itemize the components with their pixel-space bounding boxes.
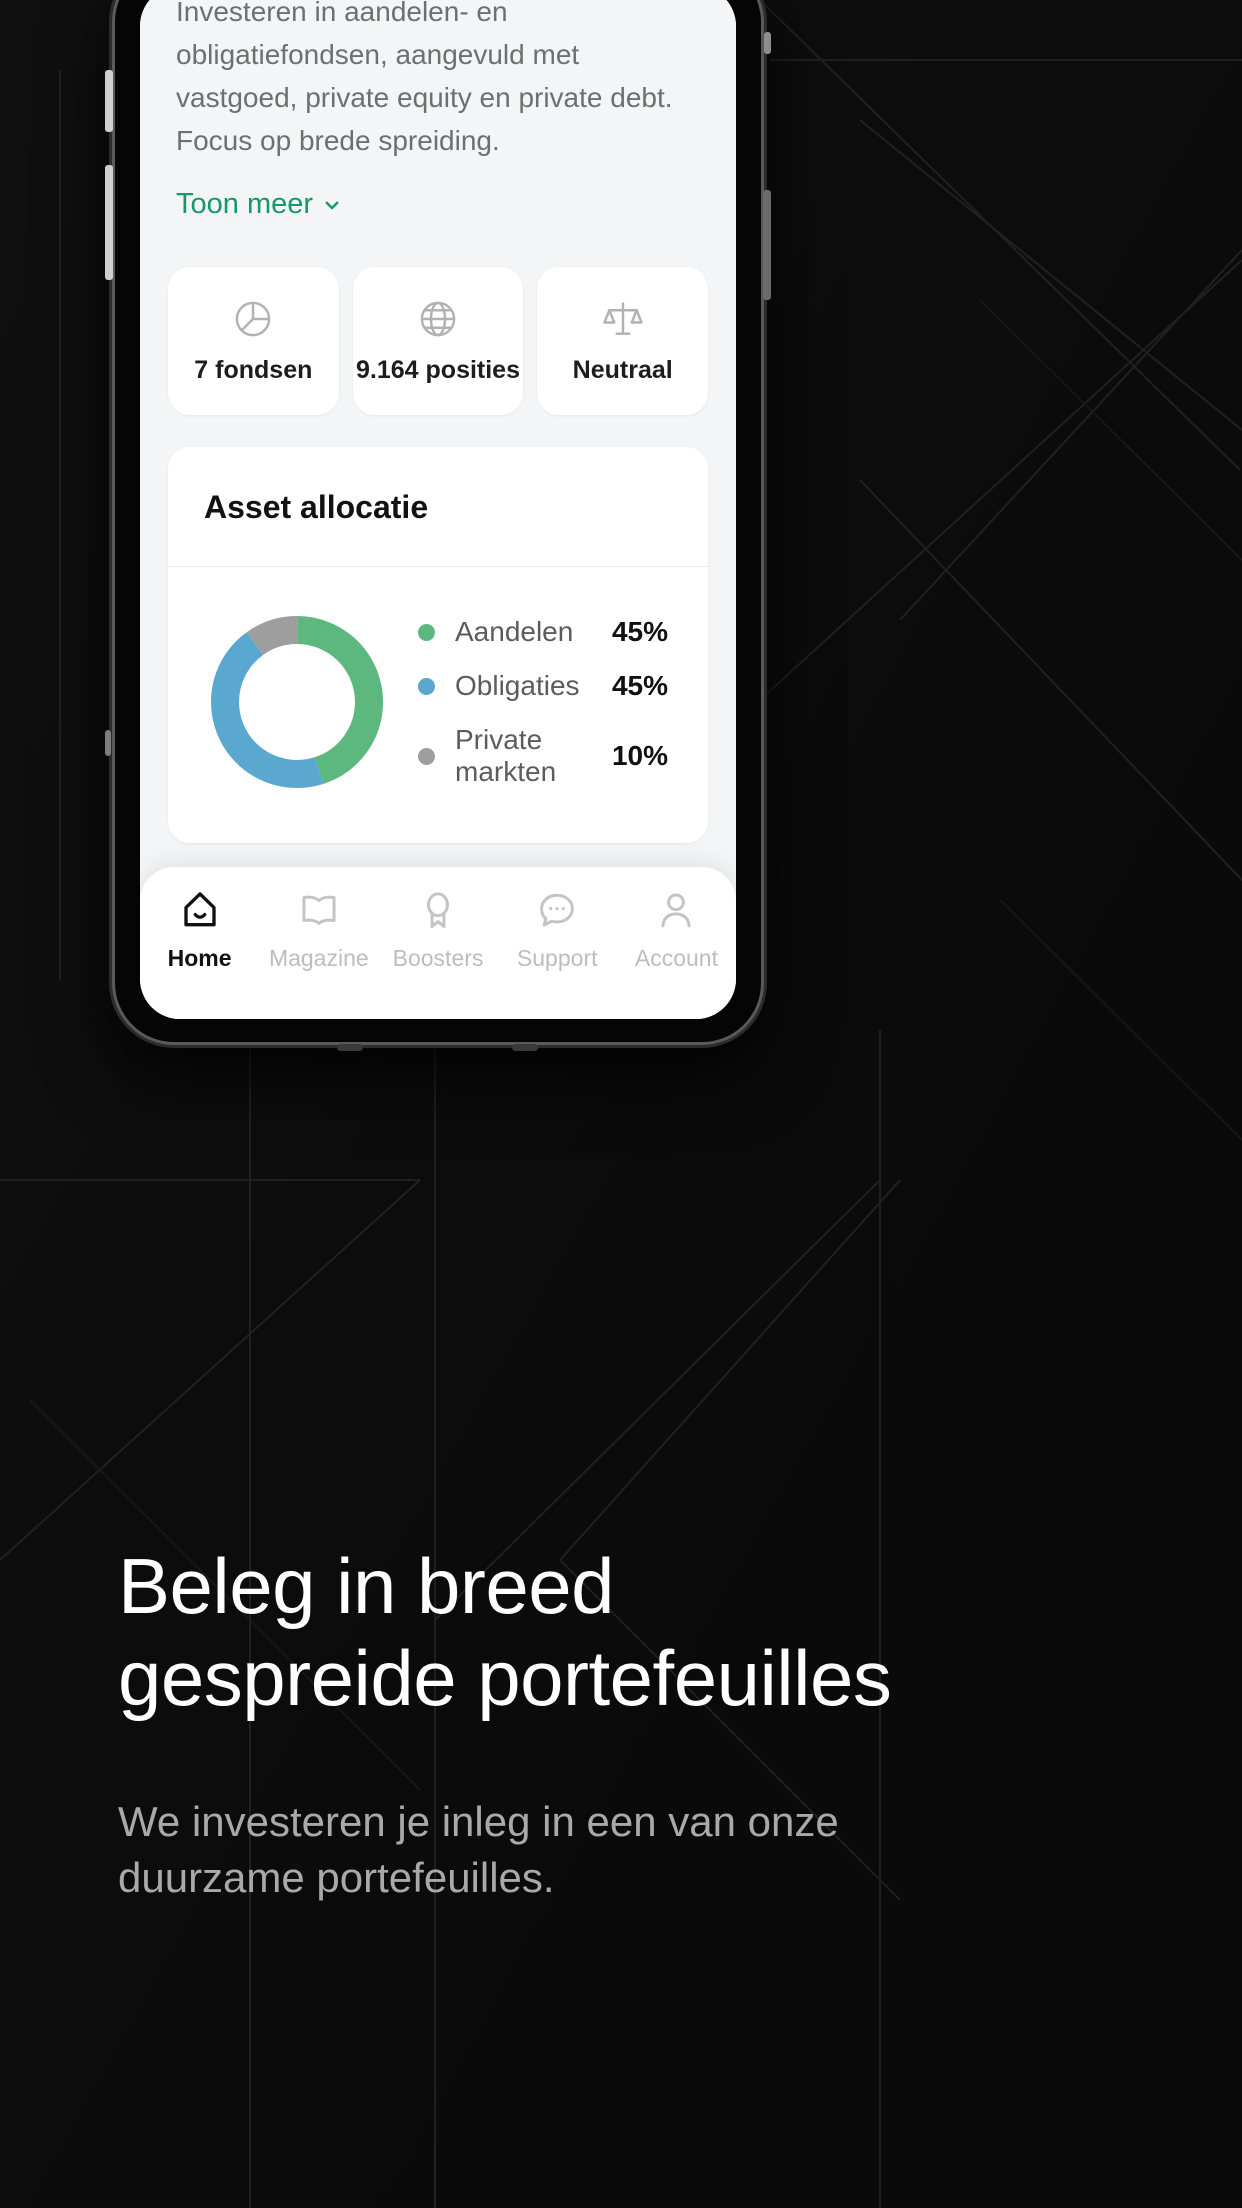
nav-item-account[interactable]: Account [617, 889, 736, 972]
scales-icon [602, 301, 643, 335]
nav-label-magazine: Magazine [268, 945, 369, 971]
phone-speaker-dot [337, 1044, 363, 1051]
legend-item: Obligaties 45% [418, 670, 668, 702]
legend-item: Private markten 10% [418, 724, 668, 788]
nav-label-home: Home [167, 945, 232, 971]
show-more-button[interactable]: Toon meer [176, 188, 341, 221]
subcopy-line-1: We investeren je inleg in een van onze [118, 1798, 839, 1845]
phone-power-button[interactable] [763, 190, 771, 300]
nav-label-account: Account [634, 945, 718, 971]
page-subtitle: We investeren je inleg in een van onze d… [118, 1794, 1124, 1906]
person-icon [661, 893, 691, 928]
book-icon [302, 895, 336, 925]
legend-color-dot-aandelen [418, 623, 435, 641]
stat-label-funds: 7 fondsen [194, 355, 313, 384]
stat-label-positions: 9.164 posities [356, 355, 520, 384]
phone-mockup: Investeren in aandelen- en obligatiefond… [105, 0, 771, 1051]
legend-value-private-markten: 10% [611, 740, 668, 771]
stat-card-positions[interactable]: 9.164 posities [352, 267, 524, 415]
legend-item: Aandelen 45% [418, 616, 668, 648]
phone-mute-button[interactable] [105, 70, 113, 132]
phone-volume-up-button[interactable] [105, 165, 113, 280]
stat-card-row: 7 fondsen 9.164 posities Neutraal [168, 267, 709, 415]
subcopy-line-2: duurzame portefeuilles. [118, 1854, 555, 1901]
phone-volume-down-button[interactable] [105, 730, 111, 756]
fund-description: Investeren in aandelen- en obligatiefond… [176, 0, 673, 156]
bottom-navigation-bar: Home Magazine Boosters Support Account [140, 867, 736, 1019]
legend-label-private-markten: Private markten [455, 724, 557, 787]
pie-chart-icon [236, 301, 271, 336]
headline-line-1: Beleg in breed [118, 1542, 615, 1630]
asset-allocation-body: Aandelen 45% Obligaties 45% Private mark… [168, 567, 708, 843]
phone-speaker-dot [512, 1044, 538, 1051]
chevron-down-icon [325, 201, 339, 209]
asset-allocation-card: Asset allocatie Aandelen 45% Obligaties … [168, 447, 708, 843]
legend-value-obligaties: 45% [611, 670, 668, 701]
nav-item-support[interactable]: Support [498, 889, 617, 972]
page-title: Beleg in breed gespreide portefeuilles [118, 1540, 1124, 1724]
phone-screen: Investeren in aandelen- en obligatiefond… [140, 0, 736, 1019]
legend-label-aandelen: Aandelen [455, 616, 574, 647]
stat-label-risk: Neutraal [572, 355, 673, 384]
stat-card-risk[interactable]: Neutraal [537, 267, 709, 415]
nav-item-boosters[interactable]: Boosters [378, 889, 497, 972]
legend-label-obligaties: Obligaties [455, 670, 580, 701]
marketing-copy: Beleg in breed gespreide portefeuilles W… [0, 1540, 1242, 1906]
legend-color-dot-obligaties [418, 677, 435, 695]
nav-item-home[interactable]: Home [140, 889, 259, 972]
asset-allocation-title: Asset allocatie [204, 489, 429, 525]
headline-line-2: gespreide portefeuilles [118, 1634, 892, 1722]
home-icon [183, 892, 216, 927]
legend-value-aandelen: 45% [611, 616, 668, 647]
phone-secondary-button[interactable] [764, 32, 771, 54]
nav-item-magazine[interactable]: Magazine [259, 889, 378, 972]
stat-card-funds[interactable]: 7 fondsen [168, 267, 339, 415]
show-more-label: Toon meer [176, 188, 314, 220]
nav-label-boosters: Boosters [392, 945, 484, 971]
award-icon [427, 892, 449, 928]
chat-icon [540, 893, 575, 927]
nav-label-support: Support [516, 945, 598, 971]
legend-color-dot-private-markten [418, 747, 435, 765]
globe-icon [420, 301, 456, 336]
allocation-donut-chart [202, 607, 392, 797]
allocation-legend: Aandelen 45% Obligaties 45% Private mark… [418, 616, 674, 788]
